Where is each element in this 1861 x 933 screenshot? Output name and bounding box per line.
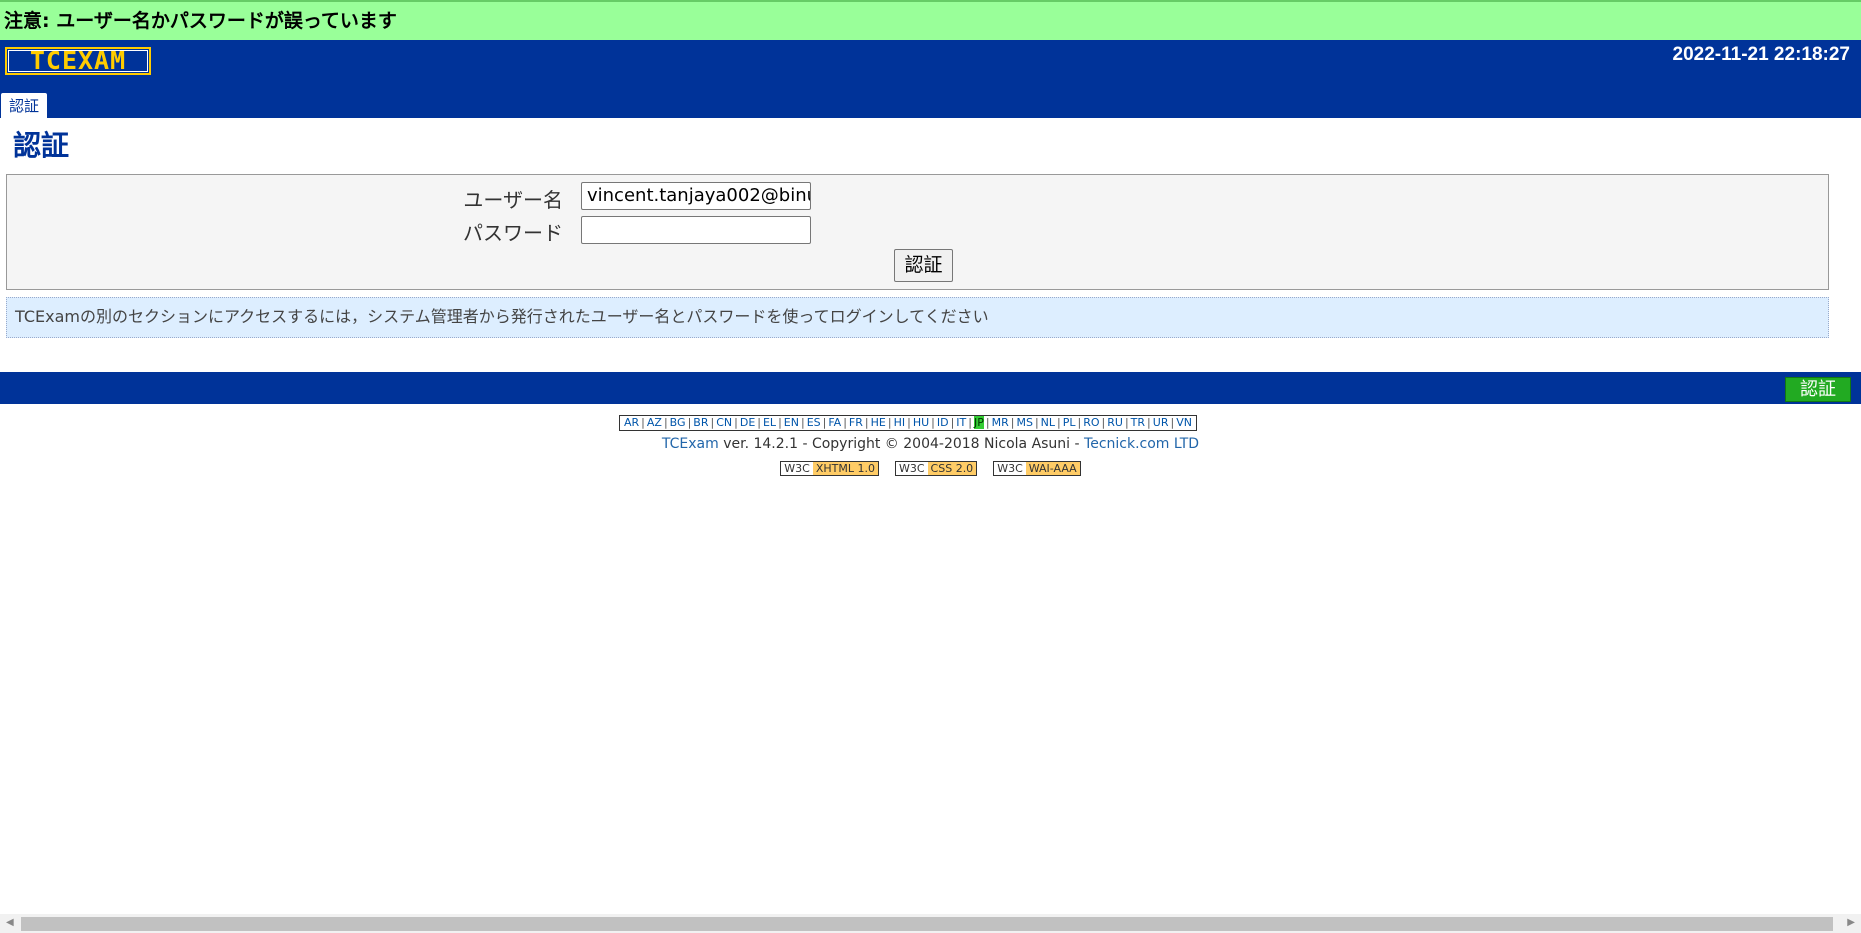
credits: TCExam ver. 14.2.1 - Copyright © 2004-20… — [0, 436, 1861, 452]
lang-link-pl[interactable]: PL — [1063, 416, 1076, 429]
lang-link-ro[interactable]: RO — [1083, 416, 1099, 429]
lang-separator: | — [887, 416, 892, 429]
w3c-badges: W3C XHTML 1.0 W3C CSS 2.0 W3C WAI-AAA — [0, 461, 1861, 476]
lang-link-az[interactable]: AZ — [647, 416, 662, 429]
scroll-left-icon[interactable]: ◀ — [6, 917, 14, 928]
lang-link-he[interactable]: HE — [871, 416, 886, 429]
lang-separator: | — [864, 416, 869, 429]
lang-separator: | — [1147, 416, 1151, 429]
lang-link-es[interactable]: ES — [807, 416, 821, 429]
lang-link-hu[interactable]: HU — [913, 416, 929, 429]
scrollbar-thumb[interactable] — [21, 917, 1833, 931]
lang-separator: | — [710, 416, 715, 429]
password-field[interactable] — [581, 216, 811, 244]
lang-separator: | — [1077, 416, 1082, 429]
lang-separator: | — [931, 416, 935, 429]
warning-message: 注意: ユーザー名かパスワードが誤っています — [0, 0, 1861, 40]
datetime-display: 2022-11-21 22:18:27 — [1672, 44, 1850, 65]
lang-link-ur[interactable]: UR — [1153, 416, 1169, 429]
lang-separator: | — [1057, 416, 1061, 429]
language-selector: AR | AZ | BG | BR | CN | DE | EL | EN | ES | FA | FR | HE | HI | H… — [619, 415, 1197, 431]
tecnick-link[interactable]: Tecnick.com LTD — [1084, 436, 1199, 452]
badge-key: W3C — [784, 462, 810, 475]
lang-link-bg[interactable]: BG — [670, 416, 686, 429]
username-label: ユーザー名 — [463, 188, 563, 212]
badge-key: W3C — [898, 462, 925, 475]
lang-link-en[interactable]: EN — [784, 416, 799, 429]
header-bar: TCEXAM 2022-11-21 22:18:27 認証 — [0, 40, 1861, 118]
lang-link-ar[interactable]: AR — [624, 416, 639, 429]
lang-link-fr[interactable]: FR — [849, 416, 863, 429]
lang-link-fa[interactable]: FA — [828, 416, 841, 429]
lang-link-br[interactable]: BR — [693, 416, 708, 429]
login-button[interactable]: 認証 — [894, 249, 953, 282]
tab-login[interactable]: 認証 — [1, 93, 47, 118]
lang-separator: | — [843, 416, 847, 429]
lang-separator: | — [1170, 416, 1175, 429]
tcexam-link[interactable]: TCExam — [662, 436, 719, 452]
lang-separator: | — [822, 416, 827, 429]
lang-link-vn[interactable]: VN — [1176, 416, 1192, 429]
lang-link-id[interactable]: ID — [937, 416, 949, 429]
footer-bar: 認証 — [0, 372, 1861, 404]
lang-link-mr[interactable]: MR — [992, 416, 1009, 429]
password-label: パスワード — [463, 221, 563, 245]
badge-key: W3C — [997, 462, 1023, 475]
lang-separator: | — [1101, 416, 1106, 429]
version-text: ver. 14.2.1 - Copyright © 2004-2018 Nico… — [718, 436, 1085, 452]
lang-separator: | — [1034, 416, 1039, 429]
lang-separator: | — [968, 416, 972, 429]
wai-badge[interactable]: W3C WAI-AAA — [993, 461, 1081, 476]
xhtml-badge[interactable]: W3C XHTML 1.0 — [780, 461, 879, 476]
page-title: 認証 — [13, 129, 70, 162]
lang-separator: | — [757, 416, 761, 429]
css-badge[interactable]: W3C CSS 2.0 — [894, 461, 978, 476]
lang-link-jp[interactable]: JP — [973, 416, 984, 429]
scroll-right-icon[interactable]: ▶ — [1847, 917, 1855, 928]
lang-link-nl[interactable]: NL — [1041, 416, 1055, 429]
lang-link-de[interactable]: DE — [740, 416, 755, 429]
lang-separator: | — [1124, 416, 1129, 429]
footer-login-button[interactable]: 認証 — [1785, 377, 1851, 402]
lang-link-ru[interactable]: RU — [1107, 416, 1123, 429]
lang-separator: | — [687, 416, 692, 429]
badge-value: XHTML 1.0 — [812, 462, 878, 475]
lang-separator: | — [1010, 416, 1015, 429]
username-field[interactable]: vincent.tanjaya002@binus.ac.id — [581, 182, 811, 210]
lang-separator: | — [907, 416, 911, 429]
lang-link-it[interactable]: IT — [956, 416, 966, 429]
lang-separator: | — [778, 416, 782, 429]
tcexam-logo[interactable]: TCEXAM — [5, 47, 151, 75]
badge-value: CSS 2.0 — [927, 462, 977, 475]
lang-link-el[interactable]: EL — [763, 416, 776, 429]
lang-link-tr[interactable]: TR — [1131, 416, 1145, 429]
lang-separator: | — [663, 416, 668, 429]
login-instructions: TCExamの別のセクションにアクセスするには，システム管理者から発行されたユー… — [6, 297, 1829, 338]
login-form: ユーザー名 vincent.tanjaya002@binus.ac.id パスワ… — [6, 174, 1829, 290]
lang-separator: | — [641, 416, 645, 429]
lang-link-ms[interactable]: MS — [1016, 416, 1032, 429]
lang-separator: | — [800, 416, 805, 429]
horizontal-scrollbar[interactable]: ◀ ▶ — [0, 914, 1861, 933]
badge-value: WAI-AAA — [1025, 462, 1080, 475]
lang-link-cn[interactable]: CN — [716, 416, 732, 429]
lang-separator: | — [985, 416, 990, 429]
lang-separator: | — [950, 416, 955, 429]
lang-link-hi[interactable]: HI — [894, 416, 906, 429]
lang-separator: | — [734, 416, 738, 429]
